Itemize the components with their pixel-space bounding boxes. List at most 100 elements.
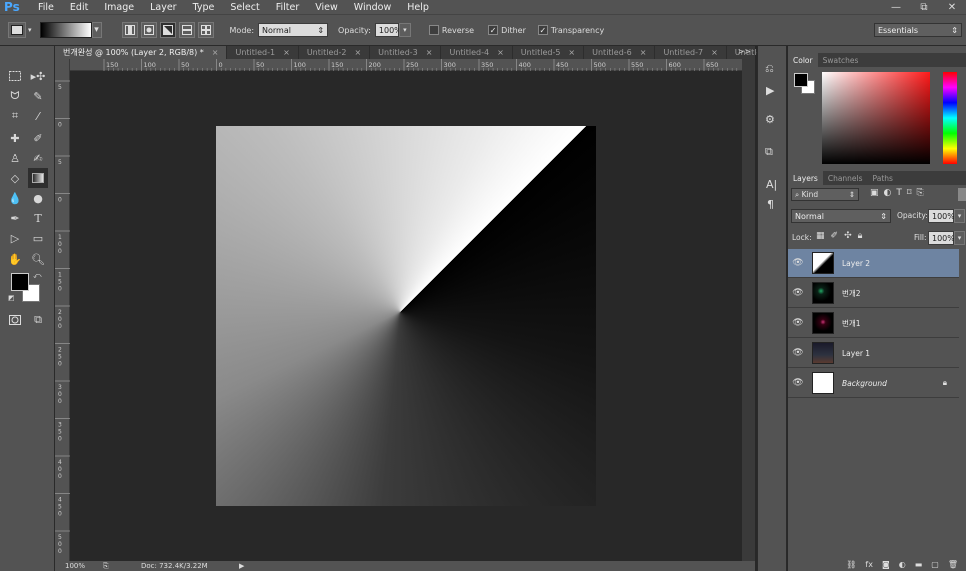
close-tab-icon[interactable]: ×	[568, 48, 575, 57]
hand-tool-icon[interactable]: ✋	[5, 249, 25, 269]
document-canvas[interactable]	[216, 126, 596, 506]
tab-swatches[interactable]: Swatches	[818, 53, 864, 67]
vertical-ruler[interactable]: 5050100150200250300350400450500550	[55, 59, 70, 561]
move-tool-icon[interactable]: ▸✣	[28, 66, 48, 86]
lock-all-icon[interactable]: 🔒︎	[858, 231, 863, 241]
menu-edit[interactable]: Edit	[62, 2, 96, 13]
diamond-gradient-icon[interactable]	[197, 22, 214, 38]
close-tab-icon[interactable]: ×	[497, 48, 504, 57]
gradient-preview[interactable]	[39, 22, 92, 38]
visibility-eye-icon[interactable]: 👁︎	[788, 318, 808, 328]
tab-untitled-7[interactable]: Untitled-7 ×	[655, 46, 727, 59]
paragraph-icon[interactable]: ¶	[767, 198, 774, 211]
menu-image[interactable]: Image	[96, 2, 142, 13]
trash-icon[interactable]: 🗑︎	[948, 560, 958, 569]
lock-position-icon[interactable]: ✣	[844, 231, 852, 241]
close-tab-icon[interactable]: ×	[283, 48, 290, 57]
properties-icon[interactable]: ⚙	[765, 113, 775, 126]
screen-mode-icon[interactable]: ⧉	[28, 310, 48, 330]
menu-file[interactable]: File	[30, 2, 62, 13]
tab-untitled-4[interactable]: Untitled-4 ×	[441, 46, 513, 59]
tab-untitled-1[interactable]: Untitled-1 ×	[227, 46, 299, 59]
blend-mode-dropdown[interactable]: Normal ⇕	[791, 209, 891, 223]
close-tab-icon[interactable]: ×	[354, 48, 361, 57]
tab-untitled-6[interactable]: Untitled-6 ×	[584, 46, 656, 59]
type-filter-icon[interactable]: T	[896, 188, 902, 198]
default-colors-icon[interactable]: ◩	[8, 294, 15, 302]
close-tab-icon[interactable]: ×	[426, 48, 433, 57]
healing-brush-tool-icon[interactable]: ✚	[5, 128, 25, 148]
tab-layers[interactable]: Layers	[788, 171, 823, 185]
tab-document-active[interactable]: 번개완성 @ 100% (Layer 2, RGB/8) * ×	[55, 46, 228, 59]
visibility-eye-icon[interactable]: 👁︎	[788, 348, 808, 358]
tab-color[interactable]: Color	[788, 53, 818, 67]
angle-gradient-icon[interactable]	[159, 22, 176, 38]
fx-icon[interactable]: fx	[865, 560, 873, 569]
group-icon[interactable]: ▬	[915, 560, 923, 569]
mode-dropdown[interactable]: Normal ⇕	[258, 23, 329, 37]
tab-paths[interactable]: Paths	[868, 171, 898, 185]
reflected-gradient-icon[interactable]	[178, 22, 195, 38]
eraser-tool-icon[interactable]: ◇	[5, 168, 25, 188]
close-tab-icon[interactable]: ×	[212, 48, 219, 57]
menu-view[interactable]: View	[307, 2, 346, 13]
linear-gradient-icon[interactable]	[121, 22, 138, 38]
lasso-tool-icon[interactable]: ᗢ	[5, 86, 25, 106]
visibility-eye-icon[interactable]: 👁︎	[788, 378, 808, 388]
export-icon[interactable]: ⎘	[103, 562, 141, 571]
layer-opacity-dropdown[interactable]: ▾	[954, 209, 965, 223]
transparency-checkbox[interactable]: ✓	[537, 25, 548, 35]
status-menu-arrow-icon[interactable]: ▶	[239, 562, 244, 570]
brush-tool-icon[interactable]: ✐	[28, 128, 48, 148]
layer-opacity-input[interactable]: 100%	[928, 209, 955, 223]
layer-filter-kind[interactable]: ⌕ Kind ⇕	[791, 188, 859, 201]
hue-slider[interactable]	[943, 72, 957, 164]
character-icon[interactable]: A|	[766, 178, 777, 191]
link-icon[interactable]: ⛓	[846, 560, 856, 569]
menu-filter[interactable]: Filter	[268, 2, 308, 13]
color-foreground-swatch[interactable]	[794, 73, 808, 87]
tab-untitled-3[interactable]: Untitled-3 ×	[370, 46, 442, 59]
adjustment-filter-icon[interactable]: ◐	[884, 188, 892, 198]
menu-help[interactable]: Help	[399, 2, 437, 13]
adjustment-icon[interactable]: ◐	[899, 560, 906, 569]
shape-filter-icon[interactable]: ⌑	[907, 188, 912, 198]
opacity-input[interactable]: 100%	[374, 23, 402, 37]
clone-stamp-tool-icon[interactable]: ♙	[5, 148, 25, 168]
layer-name[interactable]: Layer 2	[842, 259, 870, 268]
workspace-dropdown[interactable]: Essentials ⇕	[874, 23, 962, 37]
menu-select[interactable]: Select	[222, 2, 267, 13]
opacity-dropdown-button[interactable]: ▾	[398, 23, 411, 37]
marquee-tool-icon[interactable]	[5, 66, 25, 86]
swap-colors-icon[interactable]: ⤺	[33, 271, 42, 281]
dodge-tool-icon[interactable]: ●	[28, 188, 48, 208]
layer-name[interactable]: Background	[842, 379, 887, 388]
close-button[interactable]: ✕	[938, 0, 966, 14]
tab-overflow-icon[interactable]: >>	[738, 47, 751, 56]
layer-row[interactable]: 👁︎ 번개1	[788, 309, 959, 338]
zoom-level[interactable]: 100%	[65, 562, 95, 570]
layer-row[interactable]: 👁︎ Background 🔒︎	[788, 369, 959, 398]
color-field[interactable]	[822, 72, 930, 164]
gradient-tool-icon[interactable]	[28, 168, 48, 188]
radial-gradient-icon[interactable]	[140, 22, 157, 38]
menu-window[interactable]: Window	[346, 2, 399, 13]
smart-object-filter-icon[interactable]: ⎘	[917, 188, 924, 198]
restore-button[interactable]: ⧉	[910, 0, 938, 14]
chevron-down-icon[interactable]: ▾	[91, 22, 102, 38]
quick-mask-icon[interactable]	[5, 310, 25, 330]
fill-dropdown[interactable]: ▾	[954, 231, 965, 245]
history-brush-tool-icon[interactable]: ✍	[28, 148, 48, 168]
tool-preset-picker[interactable]: ▾	[8, 22, 32, 38]
layer-name[interactable]: 번개1	[842, 318, 861, 329]
tab-channels[interactable]: Channels	[823, 171, 868, 185]
quick-selection-tool-icon[interactable]: ✎	[28, 86, 48, 106]
visibility-eye-icon[interactable]: 👁︎	[788, 258, 808, 268]
minimize-button[interactable]: —	[882, 0, 910, 14]
visibility-eye-icon[interactable]: 👁︎	[788, 288, 808, 298]
image-filter-icon[interactable]: ▣	[870, 188, 879, 198]
horizontal-ruler[interactable]: 150 100 50 0 50 100 150 200 250 300 350 400 450 500 55…	[70, 59, 742, 71]
tab-untitled-5[interactable]: Untitled-5 ×	[513, 46, 585, 59]
menu-layer[interactable]: Layer	[142, 2, 185, 13]
layer-row[interactable]: 👁︎ Layer 2	[788, 249, 959, 278]
